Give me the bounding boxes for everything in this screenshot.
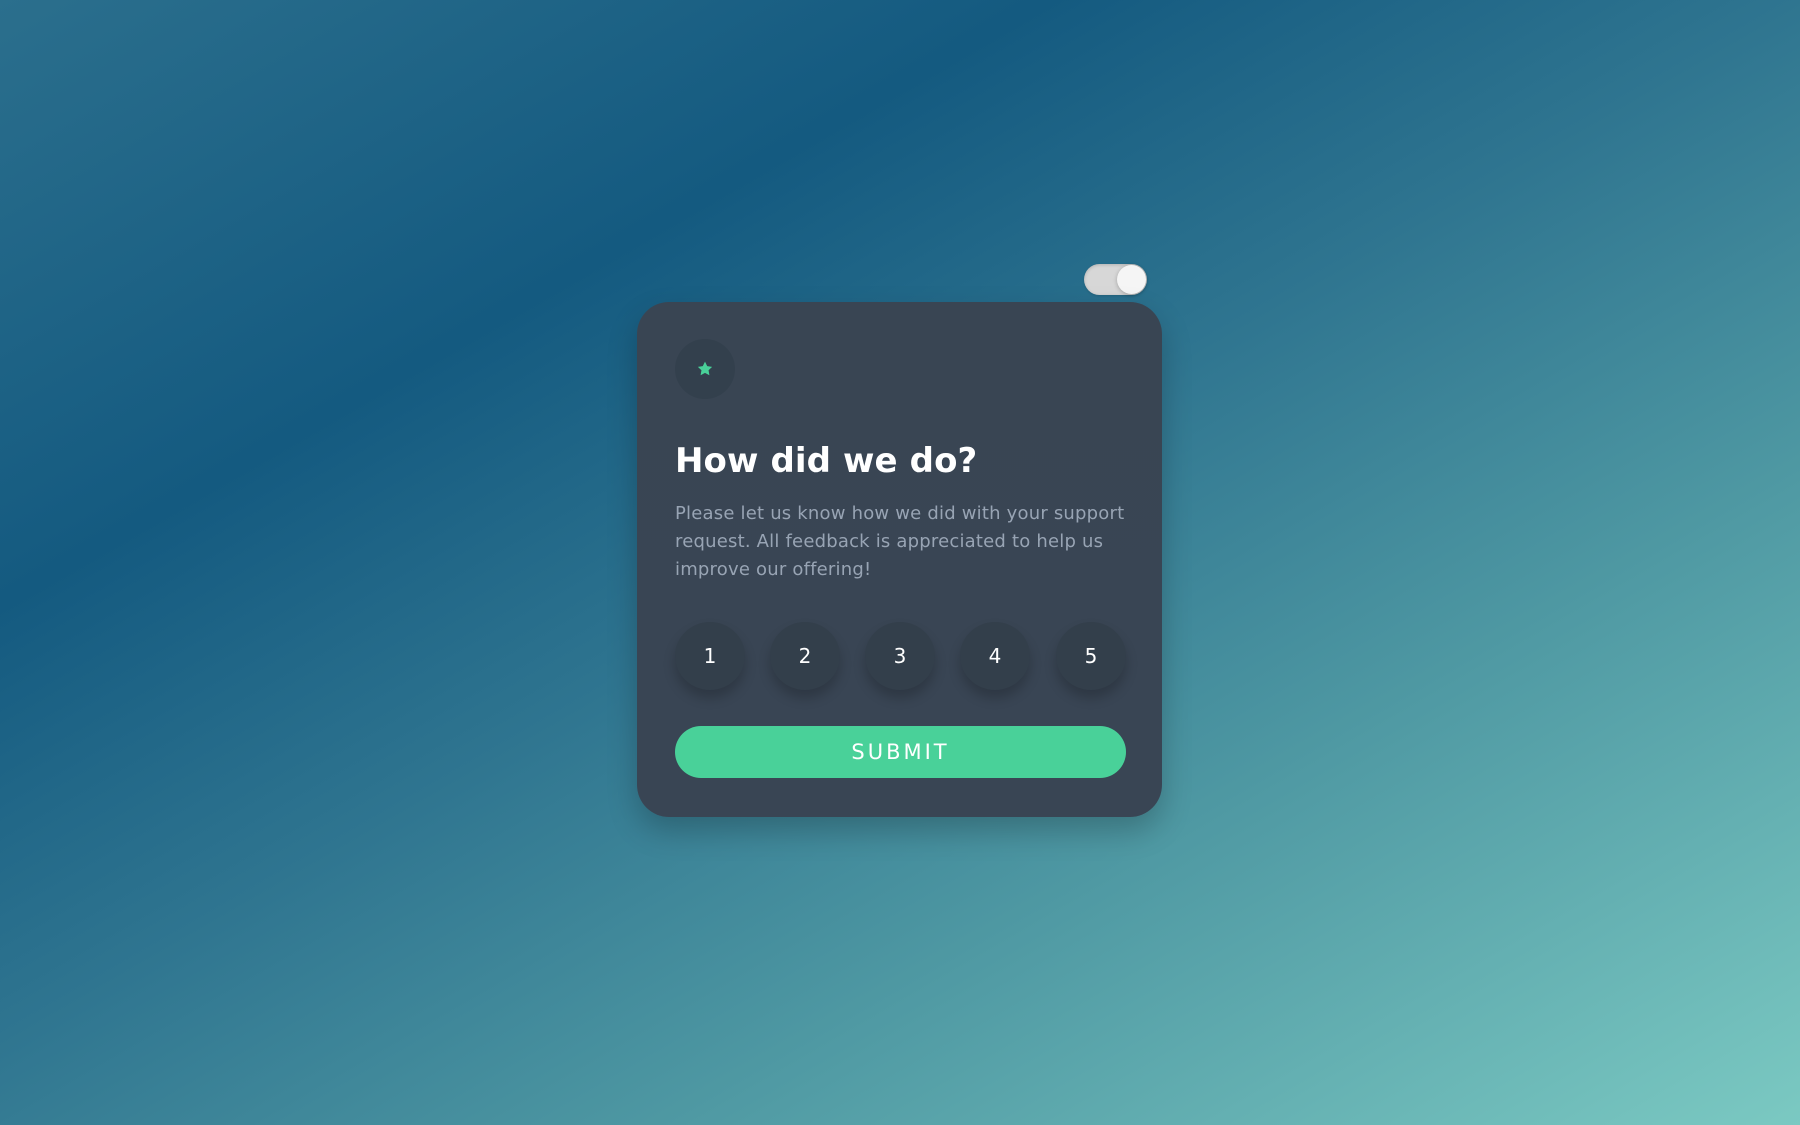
rating-option-3[interactable]: 3 — [865, 622, 935, 690]
rating-options: 1 2 3 4 5 — [675, 622, 1127, 690]
rating-option-5[interactable]: 5 — [1056, 622, 1126, 690]
star-icon-badge — [675, 339, 735, 399]
card-title: How did we do? — [675, 441, 978, 481]
toggle-knob[interactable] — [1117, 265, 1146, 294]
rating-option-4[interactable]: 4 — [960, 622, 1030, 690]
star-icon — [697, 361, 713, 376]
submit-button[interactable]: SUBMIT — [675, 726, 1126, 778]
card-description: Please let us know how we did with your … — [675, 503, 1125, 580]
rating-option-1[interactable]: 1 — [675, 622, 745, 690]
theme-toggle[interactable] — [1084, 264, 1147, 295]
page-background: How did we do? Please let us know how we… — [0, 0, 1800, 1125]
rating-card: How did we do? Please let us know how we… — [637, 302, 1162, 817]
rating-option-2[interactable]: 2 — [770, 622, 840, 690]
